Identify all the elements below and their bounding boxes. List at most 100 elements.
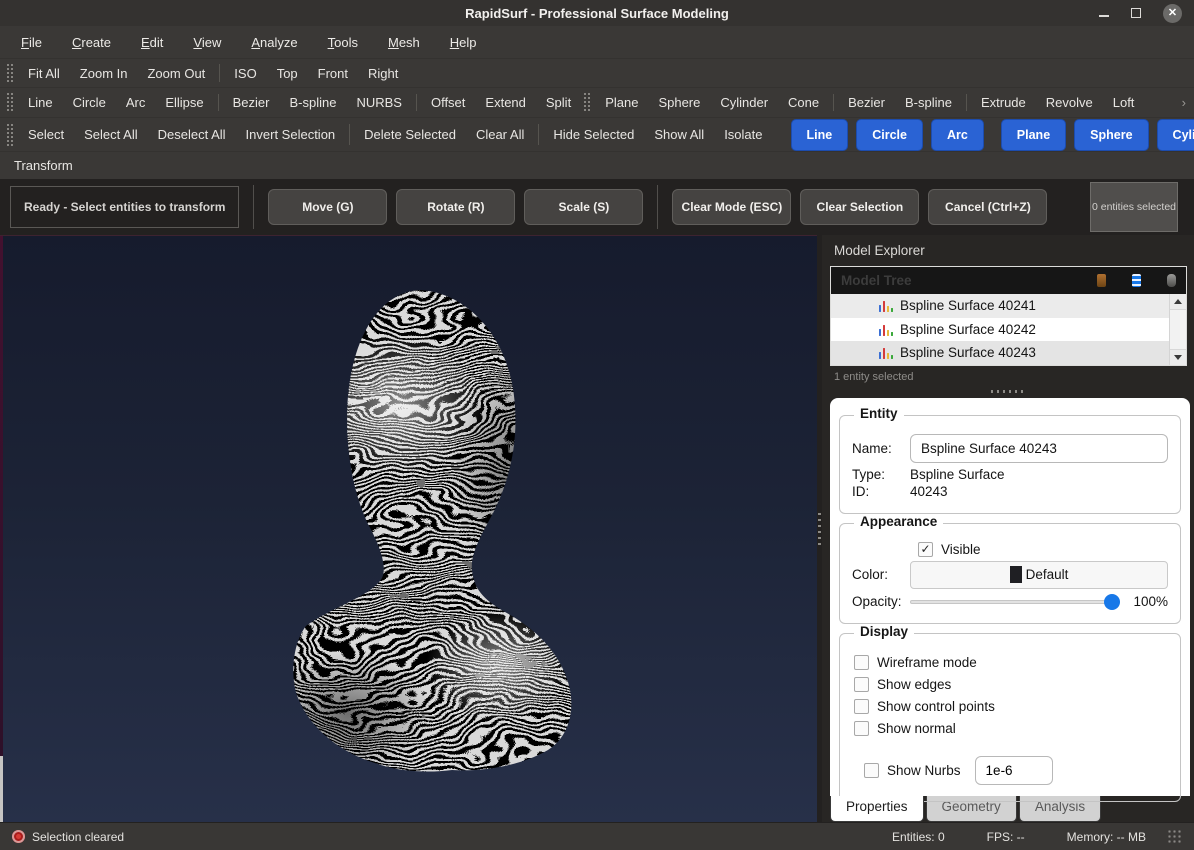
maximize-icon[interactable] [1131, 8, 1141, 18]
opacity-slider[interactable] [910, 593, 1118, 611]
menu-create[interactable]: Create [62, 31, 121, 54]
nurbs-tolerance-input[interactable] [975, 756, 1053, 785]
btn-arc[interactable]: Arc [116, 92, 156, 113]
overflow-chevron-icon[interactable]: › [1178, 95, 1190, 110]
cancel-button[interactable]: Cancel (Ctrl+Z) [928, 189, 1047, 225]
menu-analyze[interactable]: Analyze [241, 31, 307, 54]
btn-ellipse[interactable]: Ellipse [155, 92, 213, 113]
btn-extend[interactable]: Extend [475, 92, 535, 113]
menu-edit[interactable]: Edit [131, 31, 173, 54]
quick-sphere-button[interactable]: Sphere [1074, 119, 1148, 151]
menu-tools[interactable]: Tools [318, 31, 368, 54]
btn-bezier[interactable]: Bezier [223, 92, 280, 113]
close-icon[interactable]: ✕ [1163, 4, 1182, 23]
btn-invert-selection[interactable]: Invert Selection [236, 124, 346, 145]
btn-clear-all[interactable]: Clear All [466, 124, 534, 145]
btn-loft[interactable]: Loft [1103, 92, 1145, 113]
btn-zoom-in[interactable]: Zoom In [70, 63, 138, 84]
transform-status: Ready - Select entities to transform [10, 186, 239, 228]
resize-grip-icon[interactable] [1168, 830, 1182, 844]
btn-cone[interactable]: Cone [778, 92, 829, 113]
move-button[interactable]: Move (G) [268, 189, 387, 225]
panel-splitter[interactable] [817, 235, 822, 822]
show-normal-checkbox[interactable] [854, 721, 869, 736]
btn-right[interactable]: Right [358, 63, 408, 84]
btn-bspline-surface[interactable]: B-spline [895, 92, 962, 113]
app-window: RapidSurf - Professional Surface Modelin… [0, 0, 1194, 850]
menu-view[interactable]: View [183, 31, 231, 54]
btn-zoom-out[interactable]: Zoom Out [137, 63, 215, 84]
btn-top[interactable]: Top [267, 63, 308, 84]
btn-fit-all[interactable]: Fit All [18, 63, 70, 84]
btn-nurbs[interactable]: NURBS [346, 92, 412, 113]
visible-checkbox[interactable] [918, 542, 933, 557]
toolbar-grip[interactable] [6, 123, 13, 146]
btn-hide-selected[interactable]: Hide Selected [543, 124, 644, 145]
viewport-left-edge [0, 236, 3, 756]
menu-file[interactable]: File [11, 31, 52, 54]
scroll-up-icon [1174, 299, 1182, 304]
tree-item-label: Bspline Surface 40241 [900, 298, 1036, 313]
minimize-icon[interactable] [1099, 15, 1109, 17]
viewport-3d[interactable] [0, 235, 817, 822]
btn-cylinder[interactable]: Cylinder [710, 92, 778, 113]
btn-plane[interactable]: Plane [595, 92, 648, 113]
show-control-points-checkbox[interactable] [854, 699, 869, 714]
opacity-slider-handle[interactable] [1104, 594, 1120, 610]
horizontal-splitter[interactable] [822, 385, 1194, 398]
btn-sphere[interactable]: Sphere [648, 92, 710, 113]
quick-plane-button[interactable]: Plane [1001, 119, 1066, 151]
tree-header-icon-2[interactable] [1132, 274, 1141, 287]
scale-button[interactable]: Scale (S) [524, 189, 643, 225]
btn-bspline[interactable]: B-spline [279, 92, 346, 113]
name-input[interactable] [910, 434, 1168, 463]
rotate-button[interactable]: Rotate (R) [396, 189, 515, 225]
tree-header-icon-1[interactable] [1097, 274, 1106, 287]
scroll-down-button[interactable] [1170, 349, 1186, 365]
toolbar-grip[interactable] [6, 63, 13, 83]
btn-offset[interactable]: Offset [421, 92, 475, 113]
quick-arc-button[interactable]: Arc [931, 119, 984, 151]
clear-selection-button[interactable]: Clear Selection [800, 189, 919, 225]
btn-delete-selected[interactable]: Delete Selected [354, 124, 466, 145]
menu-mesh[interactable]: Mesh [378, 31, 430, 54]
quick-circle-button[interactable]: Circle [856, 119, 923, 151]
quick-cylinder-button[interactable]: Cylinder [1157, 119, 1194, 151]
btn-line[interactable]: Line [18, 92, 63, 113]
clear-mode-button[interactable]: Clear Mode (ESC) [672, 189, 791, 225]
entity-legend: Entity [854, 406, 904, 421]
show-nurbs-label: Show Nurbs [887, 763, 961, 778]
tree-item-40243[interactable]: Bspline Surface 40243 [831, 341, 1186, 365]
btn-select[interactable]: Select [18, 124, 74, 145]
btn-bezier-surface[interactable]: Bezier [838, 92, 895, 113]
slider-track [910, 600, 1118, 604]
show-edges-checkbox[interactable] [854, 677, 869, 692]
btn-split[interactable]: Split [536, 92, 581, 113]
quick-line-button[interactable]: Line [791, 119, 849, 151]
toolbar-grip[interactable] [583, 92, 590, 112]
btn-show-all[interactable]: Show All [644, 124, 714, 145]
color-picker-button[interactable]: Default [910, 561, 1168, 589]
scroll-up-button[interactable] [1170, 294, 1186, 310]
main-area: Model Explorer Model Tree Bspline Surfac… [0, 235, 1194, 822]
wireframe-checkbox[interactable] [854, 655, 869, 670]
btn-circle[interactable]: Circle [63, 92, 116, 113]
btn-extrude[interactable]: Extrude [971, 92, 1036, 113]
tree-item-40242[interactable]: Bspline Surface 40242 [831, 318, 1186, 342]
tab-properties[interactable]: Properties [830, 796, 924, 822]
bust-model [0, 236, 817, 822]
tree-header-icon-3[interactable] [1167, 274, 1176, 287]
show-normal-label: Show normal [877, 721, 956, 736]
btn-deselect-all[interactable]: Deselect All [148, 124, 236, 145]
separator [218, 94, 219, 112]
tree-scrollbar[interactable] [1169, 294, 1186, 365]
menu-help[interactable]: Help [440, 31, 487, 54]
btn-front[interactable]: Front [308, 63, 358, 84]
tree-item-40241[interactable]: Bspline Surface 40241 [831, 294, 1186, 318]
btn-revolve[interactable]: Revolve [1036, 92, 1103, 113]
show-nurbs-checkbox[interactable] [864, 763, 879, 778]
btn-select-all[interactable]: Select All [74, 124, 147, 145]
toolbar-grip[interactable] [6, 92, 13, 112]
btn-isolate[interactable]: Isolate [714, 124, 772, 145]
btn-iso[interactable]: ISO [224, 63, 266, 84]
